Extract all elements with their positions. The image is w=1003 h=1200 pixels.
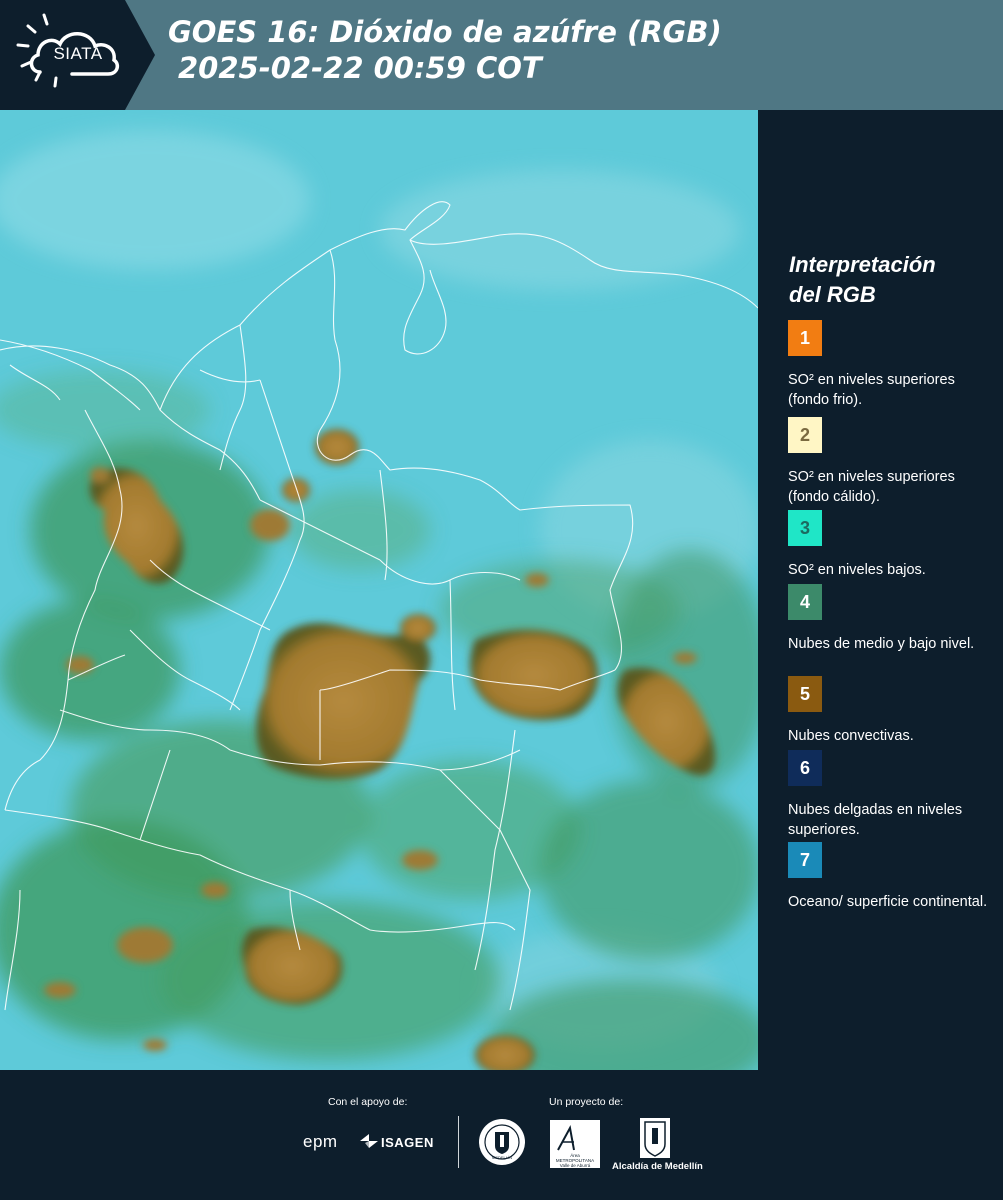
legend-swatch-6: 6: [788, 750, 822, 786]
title-line-2: 2025-02-22 00:59 COT: [178, 51, 542, 85]
legend-title-line-1: Interpretación: [789, 252, 936, 277]
alcaldia-text: Alcaldía de Medellín: [612, 1161, 703, 1172]
legend-number-2: 2: [799, 424, 810, 445]
satellite-map: [0, 110, 758, 1070]
area-metropolitana-text: Área METROPOLITANA Valle de Aburrá: [555, 1153, 595, 1168]
legend-item-1: 1 SO² en niveles superiores (fondo frio)…: [788, 320, 993, 410]
legend-number-4: 4: [799, 591, 810, 612]
header-bar: SIATA GOES 16: Dióxido de azúfre (RGB) 2…: [0, 0, 1003, 110]
legend-title: Interpretación del RGB: [789, 250, 989, 310]
legend-item-5: 5 Nubes convectivas.: [788, 676, 993, 746]
legend-label-4: Nubes de medio y bajo nivel.: [788, 636, 975, 652]
legend-swatch-7: 7: [788, 842, 822, 878]
footer-divider: [458, 1116, 459, 1168]
project-label: Un proyecto de:: [549, 1096, 624, 1108]
legend-number-6: 6: [799, 757, 810, 778]
legend-item-3: 3 SO² en niveles bajos.: [788, 510, 993, 580]
logo-text: SIATA: [53, 44, 103, 63]
legend-swatch-1: 1: [788, 320, 822, 356]
title-line-1: GOES 16: Dióxido de azúfre (RGB): [168, 15, 722, 49]
legend-number-3: 3: [799, 517, 810, 538]
area-metropolitana-logo: Área METROPOLITANA Valle de Aburrá: [550, 1120, 600, 1168]
footer: Con el apoyo de: Un proyecto de: epm ISA…: [0, 1070, 1003, 1200]
isagen-icon: [360, 1132, 378, 1150]
legend-item-2: 2 SO² en niveles superiores (fondo cálid…: [788, 417, 993, 511]
isagen-logo: ISAGEN: [381, 1135, 434, 1150]
legend-swatch-3: 3: [788, 510, 822, 546]
page-title: GOES 16: Dióxido de azúfre (RGB) 2025-02…: [168, 14, 722, 86]
medellin-seal-text: MEDELLÍN: [491, 1155, 512, 1160]
legend-label-7: Oceano/ superficie continental.: [788, 894, 988, 910]
legend-label-2: SO² en niveles superiores (fondo cálido)…: [788, 469, 955, 505]
legend-title-line-2: del RGB: [789, 282, 876, 307]
support-label: Con el apoyo de:: [328, 1096, 408, 1108]
legend-number-1: 1: [799, 327, 810, 348]
legend-label-1: SO² en niveles superiores (fondo frio).: [788, 372, 955, 408]
legend-swatch-4: 4: [788, 584, 822, 620]
legend-number-7: 7: [799, 849, 810, 870]
medellin-seal: MEDELLÍN: [478, 1118, 526, 1166]
legend-item-6: 6 Nubes delgadas en niveles superiores.: [788, 750, 993, 840]
alcaldia-shield-icon: [640, 1118, 670, 1158]
legend-panel: Interpretación del RGB 1 SO² en niveles …: [758, 110, 1003, 1070]
legend-number-5: 5: [799, 683, 810, 704]
legend-label-3: SO² en niveles bajos.: [788, 562, 926, 578]
legend-label-5: Nubes convectivas.: [788, 728, 914, 744]
legend-label-6: Nubes delgadas en niveles superiores.: [788, 802, 963, 838]
legend-item-7: 7 Oceano/ superficie continental.: [788, 842, 993, 912]
legend-swatch-5: 5: [788, 676, 822, 712]
epm-logo: epm: [303, 1132, 338, 1151]
legend-item-4: 4 Nubes de medio y bajo nivel.: [788, 584, 993, 654]
siata-logo: SIATA: [0, 0, 155, 110]
legend-swatch-2: 2: [788, 417, 822, 453]
